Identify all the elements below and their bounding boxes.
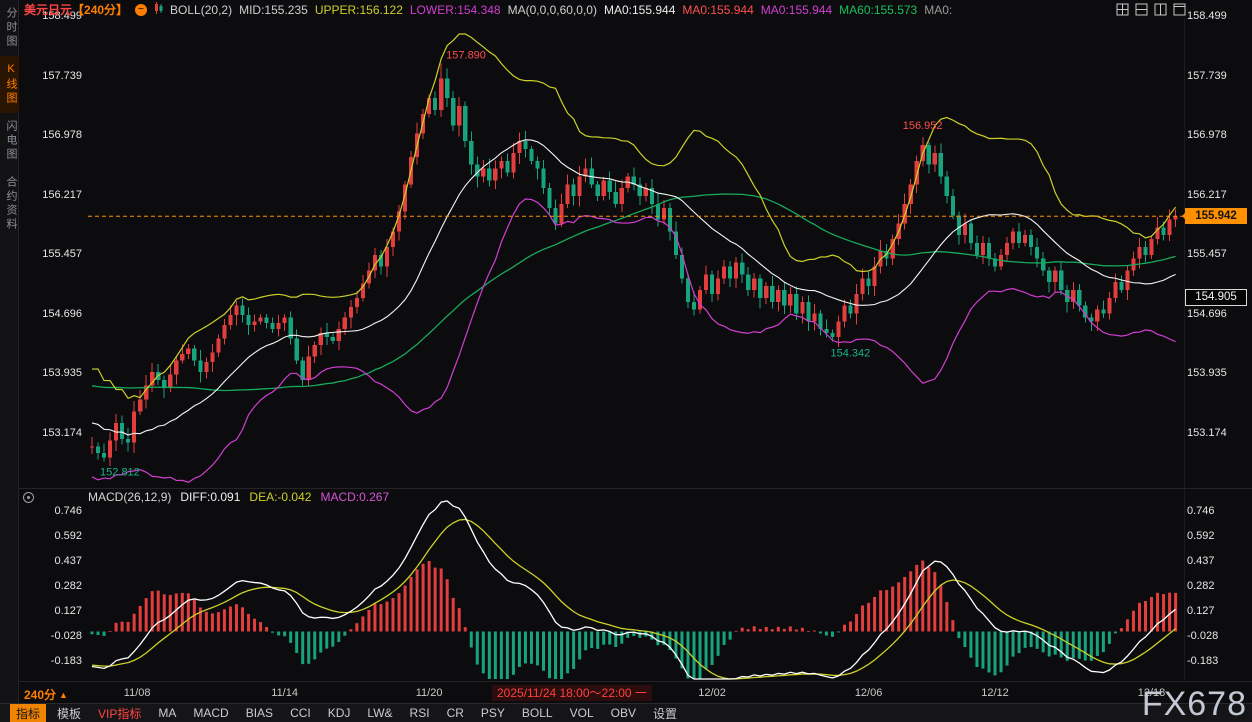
period-selector-button[interactable]: 240分 ▲ bbox=[24, 686, 68, 703]
last-price-badge: 155.942 bbox=[1185, 208, 1247, 224]
candlestick-icon bbox=[154, 2, 163, 17]
fx678-watermark: FX678 bbox=[1142, 687, 1247, 721]
sidebar-tab-lightning[interactable]: 闪电图 bbox=[0, 113, 19, 169]
macd-hist-value: MACD:0.267 bbox=[320, 490, 389, 504]
symbol-name: 美元日元 bbox=[24, 3, 72, 17]
toolbar-item-macd[interactable]: MACD bbox=[187, 705, 234, 721]
indicator-toolbar: 指标 模板 VIP指标 MA MACD BIAS CCI KDJ LW& RSI… bbox=[0, 703, 1252, 722]
toolbar-item-boll[interactable]: BOLL bbox=[516, 705, 559, 721]
toolbar-item-rsi[interactable]: RSI bbox=[404, 705, 436, 721]
boll-upper-value: UPPER:156.122 bbox=[315, 3, 403, 17]
toolbar-item-kdj[interactable]: KDJ bbox=[322, 705, 357, 721]
candlestick-series bbox=[90, 64, 1178, 466]
macd-params-label: MACD(26,12,9) bbox=[88, 490, 171, 504]
toolbar-item-lwr[interactable]: LW& bbox=[361, 705, 398, 721]
reference-price-badge: 154.905 bbox=[1185, 289, 1247, 306]
trading-terminal: 157.890156.952154.342152.812 158.499158.… bbox=[0, 0, 1252, 722]
layout-maximize-icon[interactable] bbox=[1173, 3, 1186, 16]
period-dropdown-arrow-icon: ▲ bbox=[59, 690, 68, 700]
period-label: 240分 bbox=[24, 686, 56, 703]
macd-dea-value: DEA:-0.042 bbox=[249, 490, 311, 504]
macd-diff-value: DIFF:0.091 bbox=[180, 490, 240, 504]
ma60-value: MA60:155.573 bbox=[839, 3, 917, 17]
sidebar-tab-contract-info[interactable]: 合约资料 bbox=[0, 169, 19, 239]
ma-value-1: MA0:155.944 bbox=[604, 3, 675, 17]
window-layout-icons bbox=[1116, 3, 1186, 16]
macd-panel bbox=[91, 501, 1178, 679]
symbol-period: 【240分】 bbox=[72, 3, 128, 17]
sidebar-tab-kline[interactable]: K线图 bbox=[0, 56, 19, 113]
ma-value-3: MA0:155.944 bbox=[761, 3, 832, 17]
panel-divider-2 bbox=[0, 681, 1252, 682]
ma-value-5: MA0: bbox=[924, 3, 952, 17]
collapse-indicator-icon[interactable]: − bbox=[135, 4, 147, 16]
panel-divider-1 bbox=[0, 488, 1252, 489]
boll-label: BOLL(20,2) bbox=[170, 3, 232, 17]
toolbar-item-ma[interactable]: MA bbox=[152, 705, 182, 721]
ma-label: MA(0,0,0,60,0,0) bbox=[508, 3, 597, 17]
toolbar-item-psy[interactable]: PSY bbox=[475, 705, 511, 721]
chart-header: 美元日元【240分】 − BOLL(20,2) MID:155.235 UPPE… bbox=[24, 2, 952, 17]
macd-header: MACD(26,12,9) DIFF:0.091 DEA:-0.042 MACD… bbox=[88, 490, 389, 504]
toolbar-item-cr[interactable]: CR bbox=[441, 705, 470, 721]
boll-mid-value: MID:155.235 bbox=[239, 3, 308, 17]
indicator-selector-icon[interactable] bbox=[23, 492, 34, 503]
toolbar-item-bias[interactable]: BIAS bbox=[240, 705, 279, 721]
toolbar-item-cci[interactable]: CCI bbox=[284, 705, 317, 721]
toolbar-item-vol[interactable]: VOL bbox=[564, 705, 600, 721]
overlay-lines bbox=[92, 34, 1176, 482]
price-annotation: 154.342 bbox=[830, 348, 870, 360]
annotations: 157.890 156.952 154.342 152.812 bbox=[88, 50, 1183, 479]
price-annotation: 157.890 bbox=[446, 50, 486, 62]
layout-split-horizontal-icon[interactable] bbox=[1135, 3, 1148, 16]
toolbar-item-vip-indicators[interactable]: VIP指标 bbox=[92, 704, 147, 722]
ma-value-2: MA0:155.944 bbox=[682, 3, 753, 17]
boll-lower-value: LOWER:154.348 bbox=[410, 3, 501, 17]
toolbar-item-templates[interactable]: 模板 bbox=[51, 704, 87, 722]
layout-split-vertical-icon[interactable] bbox=[1154, 3, 1167, 16]
toolbar-item-obv[interactable]: OBV bbox=[605, 705, 642, 721]
symbol-title: 美元日元【240分】 bbox=[24, 1, 128, 18]
layout-grid-icon[interactable] bbox=[1116, 3, 1129, 16]
price-annotation: 152.812 bbox=[100, 466, 140, 478]
left-sidebar: 分时图 K线图 闪电图 合约资料 bbox=[0, 0, 19, 703]
toolbar-item-settings[interactable]: 设置 bbox=[647, 704, 683, 722]
sidebar-tab-timeshare[interactable]: 分时图 bbox=[0, 0, 19, 56]
toolbar-item-indicators[interactable]: 指标 bbox=[10, 704, 46, 722]
price-annotation: 156.952 bbox=[903, 120, 943, 132]
chart-canvas[interactable]: 157.890 156.952 154.342 152.812 bbox=[0, 0, 1252, 722]
hovered-candle-date: 2025/11/24 18:00～22:00 一 bbox=[492, 685, 652, 701]
